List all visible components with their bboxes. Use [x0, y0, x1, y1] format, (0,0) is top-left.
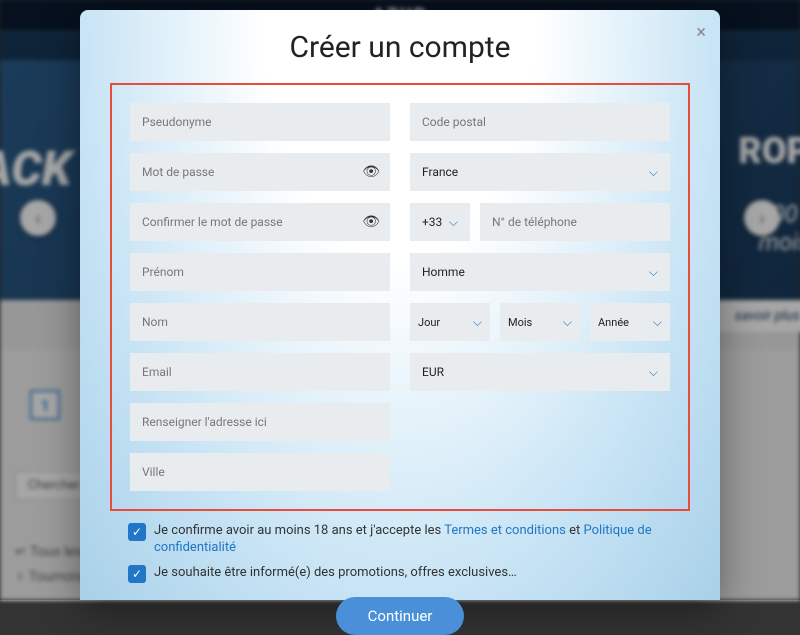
form-column-left: 👁 👁: [130, 103, 390, 491]
country-select[interactable]: France⌵: [410, 153, 670, 191]
modal-title: Créer un compte: [110, 30, 690, 65]
firstname-input[interactable]: [130, 253, 390, 291]
age-consent-checkbox[interactable]: ✓: [128, 523, 146, 541]
eye-icon[interactable]: 👁: [362, 164, 380, 180]
phone-code-select[interactable]: +33⌵: [410, 203, 470, 241]
consent-section: ✓ Je confirme avoir au moins 18 ans et j…: [110, 523, 690, 583]
username-input[interactable]: [130, 103, 390, 141]
signup-form: 👁 👁 France⌵ +33⌵ Homme⌵ Jour⌵ Mois⌵ Anné…: [110, 83, 690, 511]
close-button[interactable]: ×: [696, 22, 706, 43]
chevron-down-icon: ⌵: [449, 215, 458, 230]
phone-input[interactable]: [480, 203, 670, 241]
confirm-password-input[interactable]: [130, 203, 390, 241]
continue-button[interactable]: Continuer: [336, 597, 465, 635]
age-consent-label: Je confirme avoir au moins 18 ans et j'a…: [154, 523, 672, 557]
chevron-down-icon: ⌵: [649, 265, 658, 280]
dob-year-select[interactable]: Année⌵: [590, 303, 670, 341]
promo-consent-label: Je souhaite être informé(e) des promotio…: [154, 565, 517, 582]
chevron-down-icon: ⌵: [649, 365, 658, 380]
eye-icon[interactable]: 👁: [362, 214, 380, 230]
dob-day-select[interactable]: Jour⌵: [410, 303, 490, 341]
gender-select[interactable]: Homme⌵: [410, 253, 670, 291]
lastname-input[interactable]: [130, 303, 390, 341]
form-column-right: France⌵ +33⌵ Homme⌵ Jour⌵ Mois⌵ Année⌵ E…: [410, 103, 670, 491]
chevron-down-icon: ⌵: [563, 315, 572, 330]
signup-modal: × Créer un compte 👁 👁 France⌵ +33⌵ Homme…: [80, 10, 720, 600]
promo-consent-checkbox[interactable]: ✓: [128, 565, 146, 583]
postal-input[interactable]: [410, 103, 670, 141]
city-input[interactable]: [130, 453, 390, 491]
terms-link[interactable]: Termes et conditions: [444, 523, 566, 538]
chevron-down-icon: ⌵: [649, 165, 658, 180]
dob-month-select[interactable]: Mois⌵: [500, 303, 580, 341]
address-input[interactable]: [130, 403, 390, 441]
chevron-down-icon: ⌵: [473, 315, 482, 330]
chevron-down-icon: ⌵: [653, 315, 662, 330]
password-input[interactable]: [130, 153, 390, 191]
currency-select[interactable]: EUR⌵: [410, 353, 670, 391]
email-input[interactable]: [130, 353, 390, 391]
